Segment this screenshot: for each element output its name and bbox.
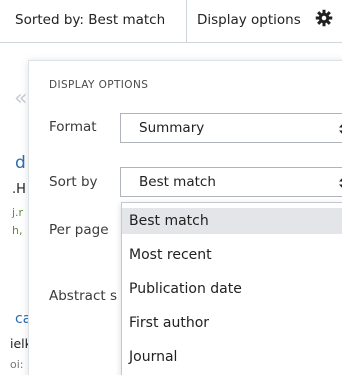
result-title-fragment[interactable]: d [15, 153, 26, 173]
collapse-chevron-icon[interactable]: « [14, 86, 27, 111]
sort-by-dropdown: Best match Most recent Publication date … [121, 202, 342, 375]
display-options-button[interactable]: Display options [186, 0, 342, 42]
sort-by-value: Best match [139, 174, 216, 190]
sort-option-most-recent[interactable]: Most recent [122, 242, 342, 268]
result-authors-fragment: .H [12, 182, 26, 197]
abstract-label: Abstract s [49, 288, 117, 304]
per-page-label: Per page [49, 222, 109, 238]
result-meta-fragment: h, [12, 224, 23, 237]
result-journal-fragment: j.r [12, 206, 24, 219]
panel-title: DISPLAY OPTIONS [49, 79, 149, 91]
sort-option-best-match[interactable]: Best match [122, 208, 342, 234]
format-select[interactable]: Summary [120, 113, 342, 143]
display-options-label: Display options [197, 12, 301, 28]
sort-by-select[interactable]: Best match [120, 167, 342, 197]
sorted-by-label: Sorted by: Best match [15, 12, 166, 28]
sort-option-first-author[interactable]: First author [122, 310, 342, 336]
sort-option-publication-date[interactable]: Publication date [122, 276, 342, 302]
gear-icon [315, 9, 333, 27]
results-toolbar: Sorted by: Best match Display options [0, 0, 342, 43]
sort-by-label: Sort by [49, 174, 98, 190]
format-label: Format [49, 119, 97, 135]
sort-option-journal[interactable]: Journal [122, 344, 342, 370]
format-value: Summary [139, 120, 205, 136]
screen: « d .H j.r h, ca ielka-Budny B, oi: 10.2… [0, 0, 342, 375]
